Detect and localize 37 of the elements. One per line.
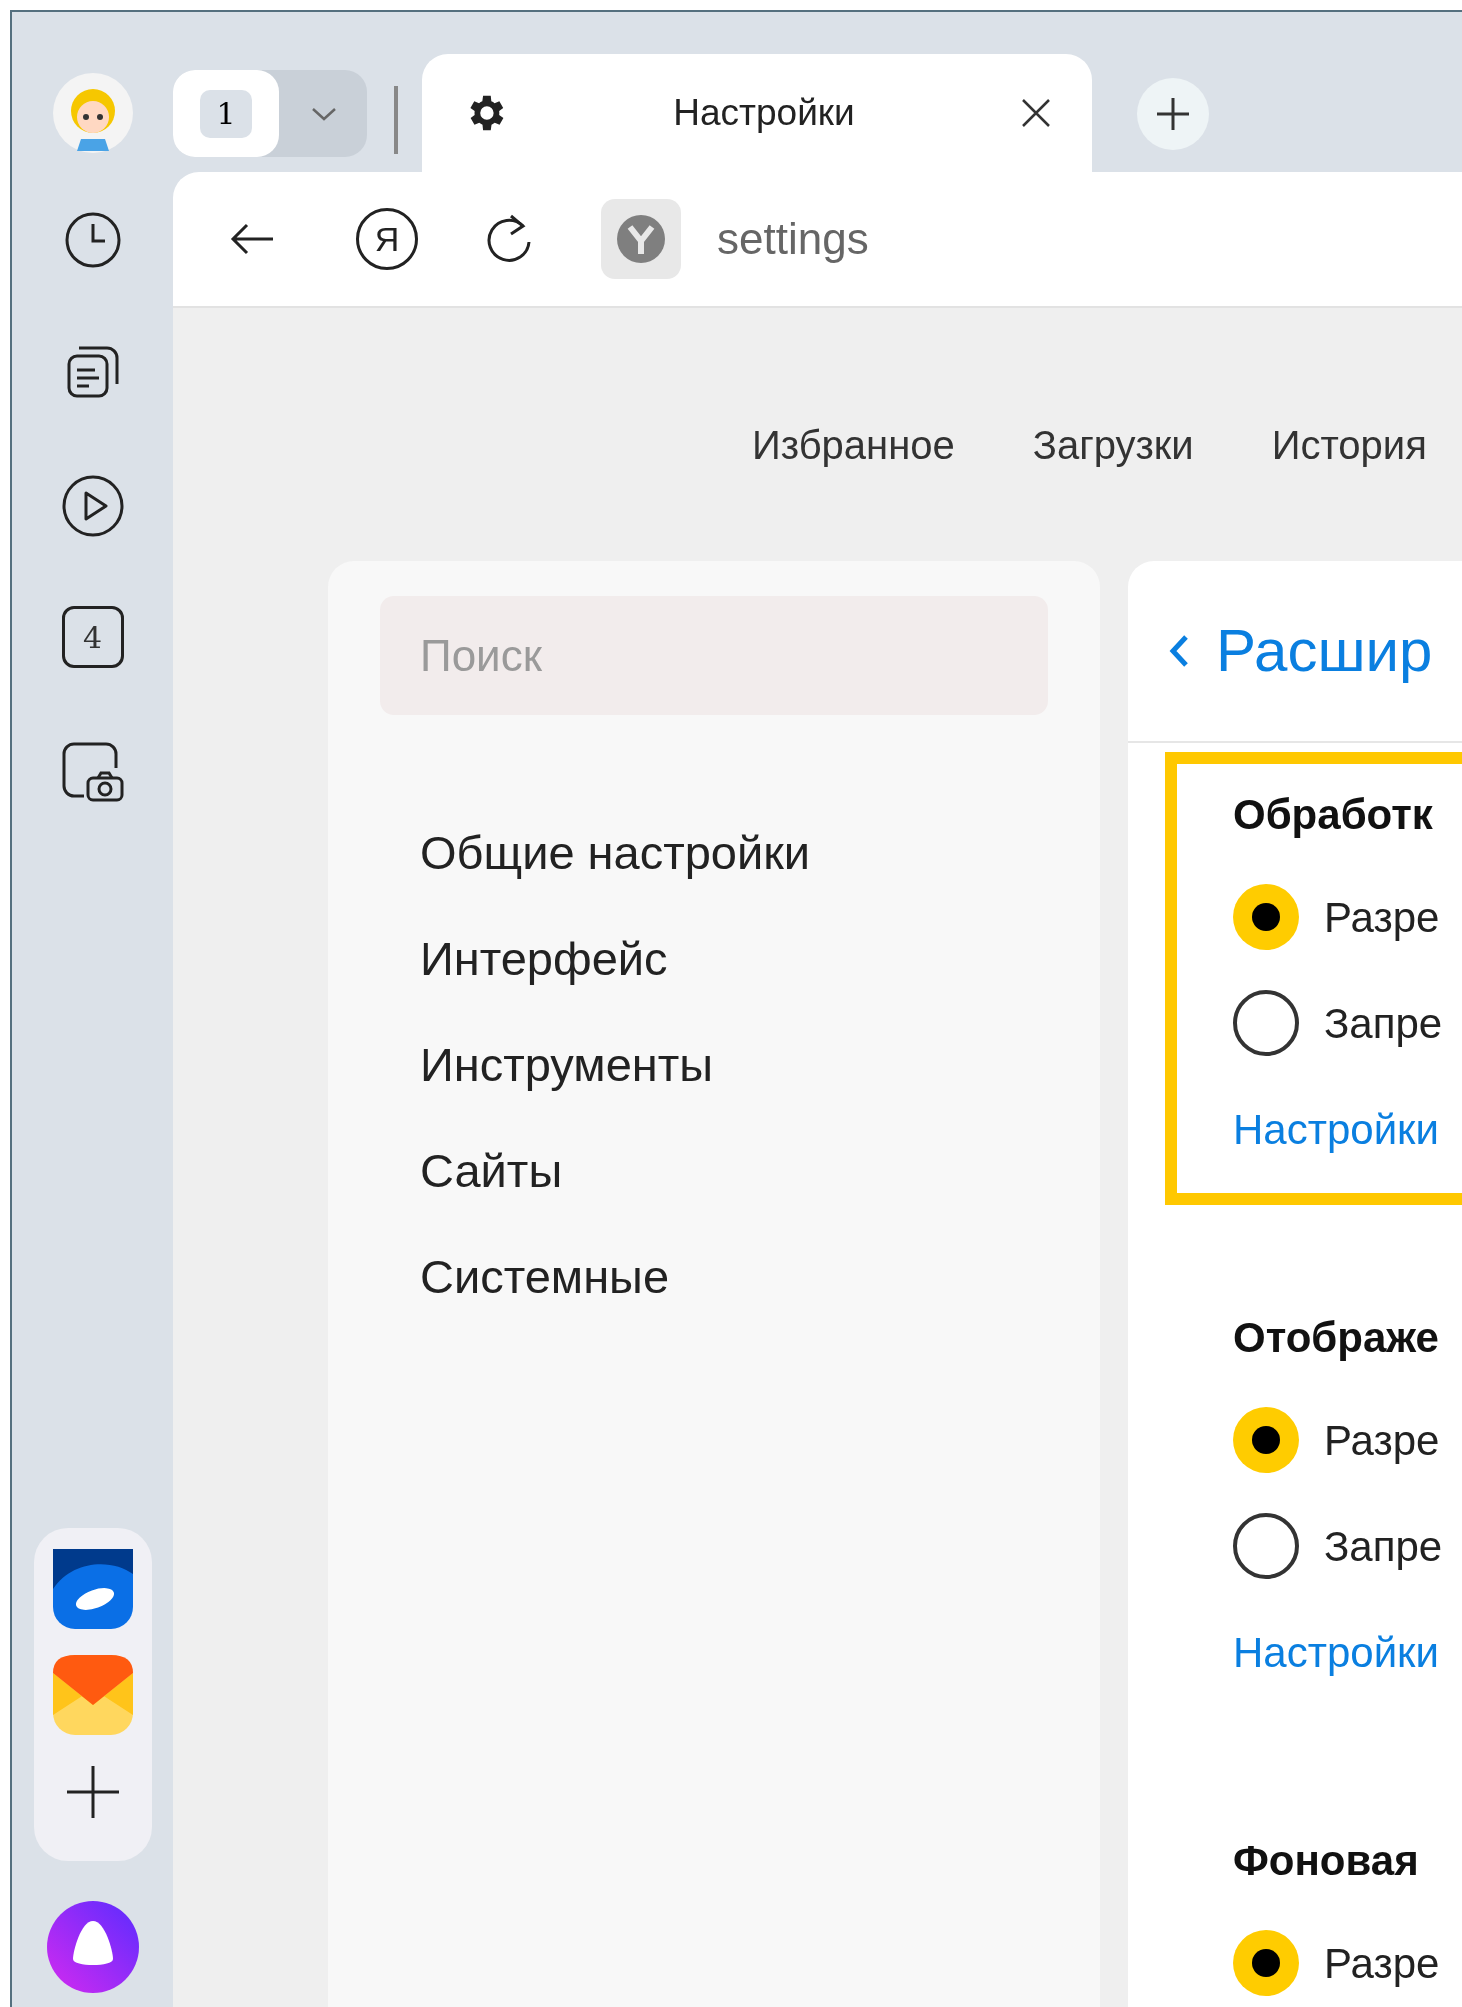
radio-label: Разре — [1324, 892, 1440, 943]
page-title: Расшир — [1216, 616, 1433, 686]
menu-item[interactable]: Сайты — [380, 1118, 1048, 1224]
radio-label: Запре — [1324, 998, 1443, 1049]
nav-link[interactable]: Избранное — [752, 415, 955, 561]
plus-icon[interactable] — [66, 1766, 119, 1818]
counter-badge[interactable]: 4 — [61, 606, 124, 668]
section-heading: Обработк — [1233, 789, 1434, 840]
assistant-icon[interactable] — [46, 1901, 139, 1993]
app-icon[interactable] — [52, 1549, 133, 1629]
menu-item[interactable]: Общие настройки — [380, 800, 1048, 906]
address-field[interactable]: settings — [717, 206, 869, 272]
close-icon[interactable] — [1020, 97, 1052, 129]
home-logo-button[interactable]: Я — [356, 208, 418, 270]
radio-label: Разре — [1324, 1415, 1440, 1466]
menu-item[interactable]: Интерфейс — [380, 906, 1048, 1012]
settings-tab[interactable]: Настройки — [422, 54, 1092, 172]
mail-icon[interactable] — [52, 1655, 133, 1735]
radio-label: Разре — [1324, 1938, 1440, 1989]
chevron-down-icon[interactable] — [311, 105, 337, 122]
radio-label: Запре — [1324, 1521, 1443, 1572]
settings-link[interactable]: Настройки — [1233, 1620, 1439, 1684]
tab-count: 1 — [200, 89, 252, 138]
settings-link[interactable]: Настройки — [1233, 1097, 1439, 1161]
new-tab-button[interactable] — [1137, 78, 1209, 150]
back-chevron-icon[interactable] — [1168, 633, 1190, 669]
tab-title: Настройки — [672, 91, 856, 136]
site-icon[interactable] — [601, 199, 681, 279]
menu-item[interactable]: Инструменты — [380, 1012, 1048, 1118]
tab-counter[interactable]: 1 — [173, 70, 279, 157]
nav-link[interactable]: История — [1271, 415, 1427, 561]
play-icon[interactable] — [60, 474, 125, 538]
section-heading: Фоновая — [1233, 1835, 1420, 1886]
menu-item[interactable]: Системные — [380, 1224, 1048, 1330]
nav-link[interactable]: Загрузки — [1032, 415, 1194, 561]
section-heading: Отображе — [1233, 1312, 1440, 1363]
back-arrow-icon[interactable] — [229, 222, 275, 256]
